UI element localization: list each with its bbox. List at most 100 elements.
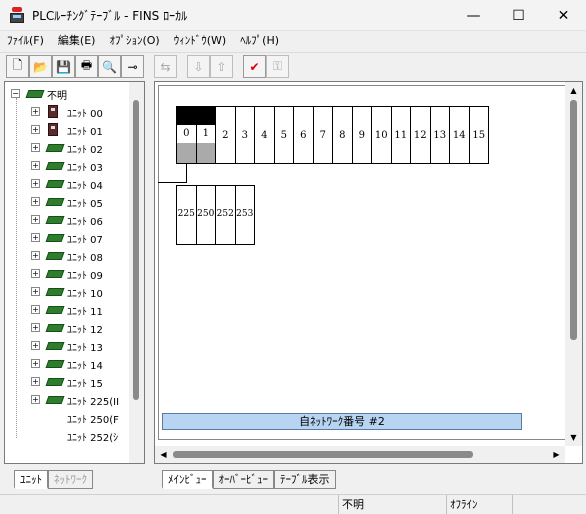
open-folder-icon[interactable]: 📂	[29, 55, 52, 78]
rack-slot[interactable]: 4	[254, 106, 275, 164]
minimize-button[interactable]: —	[451, 0, 496, 31]
tree-item[interactable]: + ﾕﾆｯﾄ 09	[5, 265, 129, 283]
key-icon[interactable]: ⚿	[266, 55, 289, 78]
tree-item[interactable]: + ﾕﾆｯﾄ 15	[5, 373, 129, 391]
sub-slot[interactable]: 250	[195, 185, 216, 245]
tree-item[interactable]: + ﾕﾆｯﾄ 06	[5, 211, 129, 229]
expand-icon[interactable]: +	[31, 161, 40, 170]
close-button[interactable]: ✕	[541, 0, 586, 31]
new-file-icon[interactable]: 🗋	[6, 55, 29, 78]
rack-slot[interactable]: 0	[176, 106, 197, 164]
tree-item[interactable]: + ﾕﾆｯﾄ 11	[5, 301, 129, 319]
rack-slot[interactable]: 10	[371, 106, 392, 164]
tree-item[interactable]: + ﾕﾆｯﾄ 225(II	[5, 391, 129, 409]
expand-icon[interactable]: +	[31, 395, 40, 404]
tree-item[interactable]: + ﾕﾆｯﾄ 13	[5, 337, 129, 355]
scroll-left-icon[interactable]: ◀	[155, 446, 172, 463]
tab-main-view[interactable]: ﾒｲﾝﾋﾞｭｰ	[162, 470, 213, 489]
print-preview-icon[interactable]: 🔍	[98, 55, 121, 78]
own-network-bar[interactable]: 自ﾈｯﾄﾜｰｸ番号 #2	[162, 413, 522, 430]
menu-window[interactable]: ｳｨﾝﾄﾞｳ(W)	[167, 31, 233, 51]
rack-slot[interactable]: 1	[195, 106, 216, 164]
expand-icon[interactable]: +	[31, 197, 40, 206]
tree-item[interactable]: ﾕﾆｯﾄ 250(F	[5, 409, 129, 427]
rack-slot[interactable]: 11	[390, 106, 411, 164]
tree-item-label: ﾕﾆｯﾄ 00	[67, 109, 103, 120]
tree-item[interactable]: + ﾕﾆｯﾄ 03	[5, 157, 129, 175]
rack-slot[interactable]: 13	[429, 106, 450, 164]
tab-network[interactable]: ﾈｯﾄﾜｰｸ	[48, 470, 93, 489]
menu-file[interactable]: ﾌｧｲﾙ(F)	[0, 31, 51, 51]
slot-number: 5	[280, 130, 287, 141]
tree-item[interactable]: + ﾕﾆｯﾄ 04	[5, 175, 129, 193]
slot-number: 11	[394, 130, 408, 141]
download-icon[interactable]: ⇩	[187, 55, 210, 78]
pin-icon[interactable]: ⊸	[121, 55, 144, 78]
expand-icon[interactable]: +	[31, 143, 40, 152]
rack-slot[interactable]: 2	[215, 106, 236, 164]
tree-item[interactable]: + ﾕﾆｯﾄ 02	[5, 139, 129, 157]
expand-icon[interactable]: +	[31, 179, 40, 188]
network-icon	[25, 90, 45, 98]
expand-icon[interactable]: +	[31, 287, 40, 296]
tree-scrollbar[interactable]	[129, 82, 144, 463]
tree-item-label: ﾕﾆｯﾄ 14	[67, 361, 103, 372]
title-bar: PLCﾙｰﾁﾝｸﾞﾃｰﾌﾞﾙ - FINS ﾛｰｶﾙ — ☐ ✕	[0, 0, 586, 31]
tree-item[interactable]: + ﾕﾆｯﾄ 01	[5, 121, 129, 139]
tree-item-label: ﾕﾆｯﾄ 04	[67, 181, 103, 192]
menu-help[interactable]: ﾍﾙﾌﾟ(H)	[233, 31, 286, 51]
horizontal-scrollbar[interactable]: ◀ ▶	[155, 446, 565, 463]
rack-slot[interactable]: 3	[234, 106, 255, 164]
transfer-icon[interactable]: ⇆	[154, 55, 177, 78]
rack-slot[interactable]: 7	[312, 106, 333, 164]
expand-icon[interactable]: +	[31, 233, 40, 242]
scroll-down-icon[interactable]: ▼	[565, 429, 582, 446]
expand-icon[interactable]: +	[31, 323, 40, 332]
tree-item[interactable]: + ﾕﾆｯﾄ 05	[5, 193, 129, 211]
expand-icon[interactable]: +	[31, 215, 40, 224]
tab-unit[interactable]: ﾕﾆｯﾄ	[14, 470, 48, 489]
rack-slot[interactable]: 6	[293, 106, 314, 164]
expand-icon[interactable]: +	[31, 107, 40, 116]
expand-icon[interactable]: +	[31, 377, 40, 386]
tree-item[interactable]: + ﾕﾆｯﾄ 08	[5, 247, 129, 265]
tree-item[interactable]: + ﾕﾆｯﾄ 07	[5, 229, 129, 247]
expand-icon[interactable]: +	[31, 341, 40, 350]
scroll-up-icon[interactable]: ▲	[565, 82, 582, 99]
rack-slot[interactable]: 9	[351, 106, 372, 164]
maximize-button[interactable]: ☐	[496, 0, 541, 31]
sub-slot[interactable]: 252	[215, 185, 236, 245]
collapse-icon[interactable]: −	[11, 89, 20, 98]
rack-slot[interactable]: 14	[449, 106, 470, 164]
expand-icon[interactable]: +	[31, 125, 40, 134]
print-icon[interactable]: 🖶	[75, 55, 98, 78]
sub-slot[interactable]: 225	[176, 185, 197, 245]
tree-item[interactable]: + ﾕﾆｯﾄ 00	[5, 103, 129, 121]
scroll-right-icon[interactable]: ▶	[548, 446, 565, 463]
expand-icon[interactable]: +	[31, 251, 40, 260]
upload-icon[interactable]: ⇧	[210, 55, 233, 78]
rack-slot[interactable]: 12	[410, 106, 431, 164]
slot-number: 9	[358, 130, 365, 141]
tree-root[interactable]: − 不明	[5, 85, 129, 103]
save-icon[interactable]: 💾	[52, 55, 75, 78]
vertical-scrollbar[interactable]: ▲ ▼	[565, 82, 582, 446]
tab-table-view[interactable]: ﾃｰﾌﾞﾙ表示	[274, 470, 336, 489]
tree-item[interactable]: + ﾕﾆｯﾄ 10	[5, 283, 129, 301]
expand-icon[interactable]: +	[31, 305, 40, 314]
menu-edit[interactable]: 編集(E)	[51, 31, 103, 51]
tree-item[interactable]: ﾕﾆｯﾄ 252(ｼ	[5, 427, 129, 445]
tab-overview[interactable]: ｵｰﾊﾞｰﾋﾞｭｰ	[212, 470, 274, 489]
tree-item[interactable]: + ﾕﾆｯﾄ 14	[5, 355, 129, 373]
expand-icon[interactable]: +	[31, 269, 40, 278]
rack-slot[interactable]: 8	[332, 106, 353, 164]
menu-options[interactable]: ｵﾌﾟｼｮﾝ(O)	[102, 31, 166, 51]
expand-icon[interactable]: +	[31, 359, 40, 368]
slot-number: 1	[202, 128, 209, 139]
board-unit-icon	[45, 342, 65, 350]
rack-slot[interactable]: 15	[468, 106, 489, 164]
sub-slot[interactable]: 253	[234, 185, 255, 245]
rack-slot[interactable]: 5	[273, 106, 294, 164]
check-icon[interactable]: ✔	[243, 55, 266, 78]
tree-item[interactable]: + ﾕﾆｯﾄ 12	[5, 319, 129, 337]
